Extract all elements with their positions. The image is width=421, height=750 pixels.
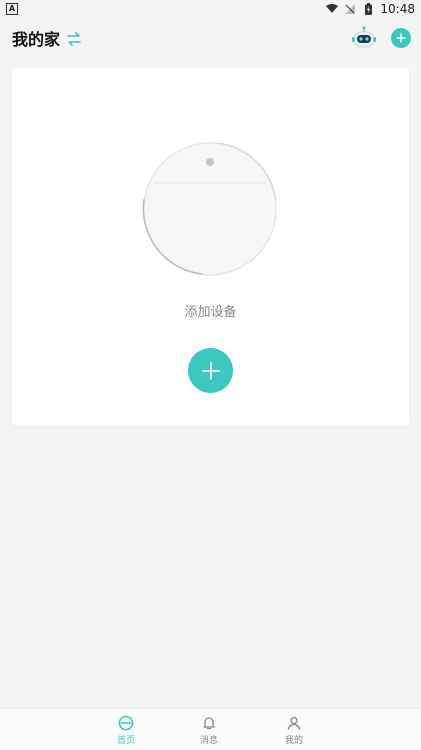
home-icon [118, 715, 134, 731]
status-right: 10:48 [326, 2, 415, 16]
bottom-navigation: 首页 消息 我的 [0, 708, 421, 750]
wifi-icon [326, 3, 339, 15]
empty-device-card: 添加设备 [12, 68, 409, 426]
tab-mine-label: 我的 [284, 736, 303, 746]
status-time: 10:48 [380, 2, 415, 16]
tab-home[interactable]: 首页 [106, 715, 146, 746]
add-device-button[interactable] [188, 348, 233, 393]
app-notification-icon: A [6, 3, 18, 15]
tab-messages-label: 消息 [199, 736, 218, 746]
tab-mine[interactable]: 我的 [274, 715, 314, 746]
status-left: A [6, 3, 18, 15]
battery-icon [362, 3, 374, 15]
tab-home-label: 首页 [116, 736, 135, 746]
tab-messages[interactable]: 消息 [189, 715, 229, 746]
home-switcher[interactable]: 我的家 [12, 26, 82, 50]
add-icon[interactable] [391, 28, 411, 48]
swap-icon[interactable] [66, 31, 82, 46]
plus-icon [201, 361, 220, 380]
header-actions [351, 25, 411, 51]
robot-vacuum-illustration [142, 141, 278, 277]
home-title: 我的家 [12, 30, 61, 49]
bell-icon [203, 717, 215, 730]
app-header: 我的家 [0, 18, 421, 58]
robot-assistant-icon[interactable] [351, 25, 377, 51]
add-device-label: 添加设备 [184, 305, 237, 320]
status-bar: A 10:48 [0, 0, 421, 18]
user-icon [287, 716, 301, 730]
no-signal-icon [344, 3, 356, 15]
